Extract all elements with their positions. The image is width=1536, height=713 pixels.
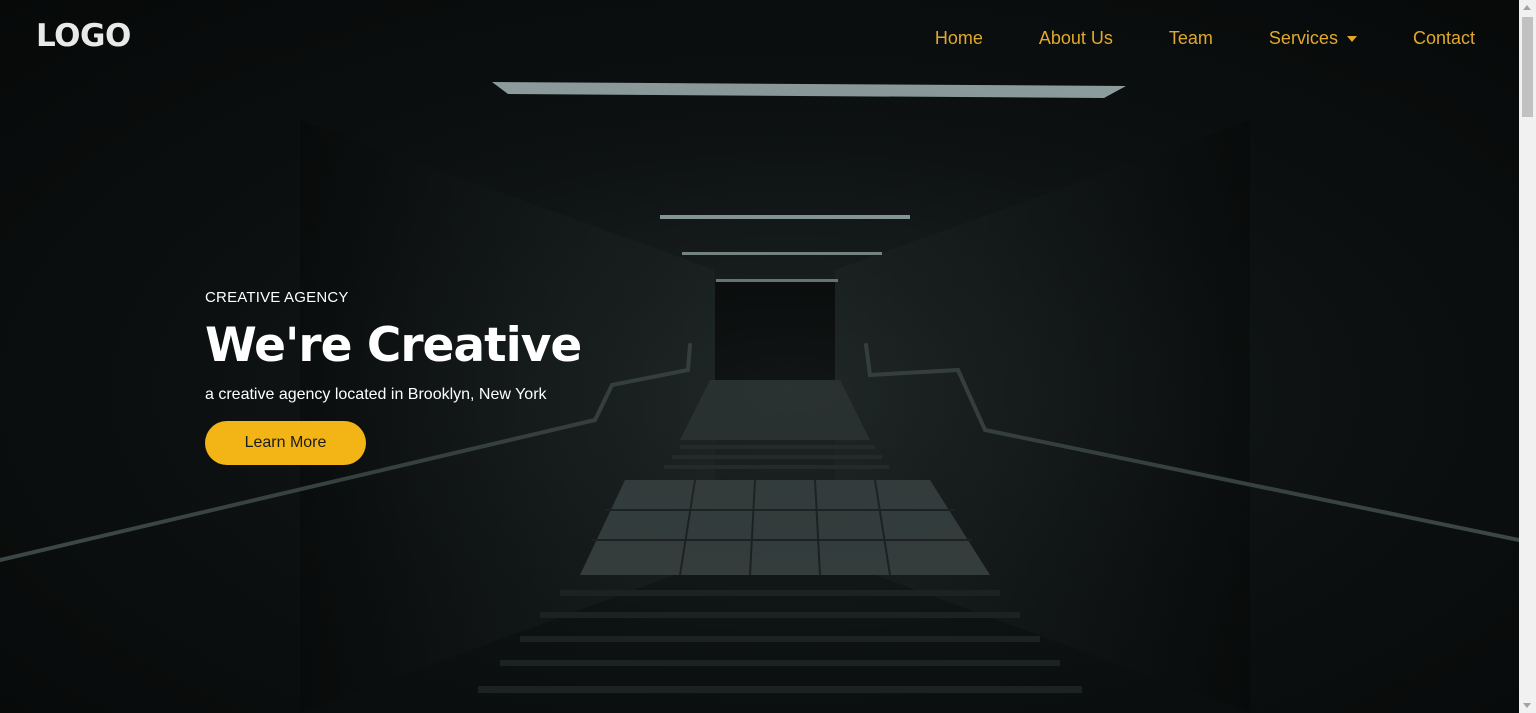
hero-eyebrow: CREATIVE AGENCY (205, 289, 349, 306)
nav-services-label: Services (1268, 28, 1338, 48)
scroll-down-arrow-icon[interactable] (1523, 703, 1531, 708)
hero-section: CREATIVE AGENCY We're Creative a creativ… (205, 289, 582, 465)
caret-down-icon (1346, 35, 1357, 42)
scroll-thumb[interactable] (1522, 17, 1533, 117)
nav-contact[interactable]: Contact (1413, 28, 1475, 49)
hero-tagline: a creative agency located in Brooklyn, N… (205, 386, 547, 403)
logo[interactable]: LOGO (36, 18, 131, 54)
page-scrollbar[interactable] (1519, 0, 1536, 713)
nav-about-us-label: About Us (1038, 28, 1113, 48)
page: LOGO Home About Us Team Services Contact… (0, 0, 1519, 713)
hero-headline: We're Creative (205, 318, 582, 373)
learn-more-button[interactable]: Learn More (205, 421, 366, 465)
nav-contact-label: Contact (1412, 28, 1475, 48)
nav-services-dropdown[interactable]: Services (1269, 28, 1357, 49)
nav-about-us[interactable]: About Us (1039, 28, 1113, 49)
nav-home[interactable]: Home (935, 28, 983, 49)
nav-team-label: Team (1168, 28, 1213, 48)
nav-home-label: Home (934, 28, 983, 48)
nav-team[interactable]: Team (1169, 28, 1213, 49)
main-nav: Home About Us Team Services Contact (879, 28, 1475, 49)
scroll-up-arrow-icon[interactable] (1523, 5, 1531, 10)
